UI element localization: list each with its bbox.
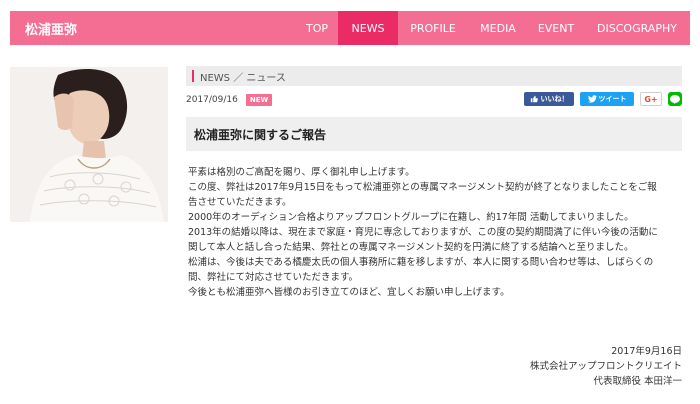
signature-block: 2017年9月16日 株式会社アップフロントクリエイト 代表取締役 本田洋一 bbox=[530, 344, 682, 389]
facebook-like-button[interactable]: いいね！ bbox=[524, 92, 574, 106]
line-chat-icon bbox=[670, 94, 680, 104]
article-title-box: 松浦亜弥に関するご報告 bbox=[186, 117, 682, 151]
new-badge: NEW bbox=[245, 94, 273, 106]
nav-discography[interactable]: DISCOGRAPHY bbox=[584, 11, 690, 45]
article-date: 2017/09/16 bbox=[186, 95, 238, 105]
line-share-button[interactable] bbox=[668, 92, 682, 106]
signature-person: 代表取締役 本田洋一 bbox=[593, 376, 682, 387]
twitter-bird-icon bbox=[587, 95, 597, 103]
social-buttons: いいね！ ツイート G+ bbox=[524, 92, 682, 106]
tweet-label: ツイート bbox=[598, 95, 627, 103]
section-heading: NEWS ／ ニュース bbox=[186, 66, 682, 86]
facebook-like-label: いいね！ bbox=[540, 95, 569, 103]
body-line: 松浦は、今後は夫である橘慶太氏の個人事務所に籍を移しますが、本人に関する問い合わ… bbox=[188, 257, 654, 268]
artist-photo bbox=[10, 67, 168, 222]
article-meta: 2017/09/16 NEW いいね！ ツイート G+ bbox=[186, 92, 682, 108]
nav-top[interactable]: TOP bbox=[296, 11, 338, 45]
body-line: 間、弊社にて対応させていただきます。 bbox=[188, 272, 359, 283]
thumbs-up-icon bbox=[530, 95, 538, 103]
article-body: 平素は格別のご高配を賜り、厚く御礼申し上げます。 この度、弊社は2017年9月1… bbox=[188, 165, 682, 300]
signature-date: 2017年9月16日 bbox=[611, 346, 682, 357]
accent-bar bbox=[192, 70, 194, 82]
body-line: 2013年の結婚以降は、現在まで家庭・育児に専念しておりますが、この度の契約期間… bbox=[188, 227, 658, 238]
body-line: 関して本人と話し合った結果、弊社との専属マネージメント契約を円満に終了する結論へ… bbox=[188, 242, 634, 253]
nav-news[interactable]: NEWS bbox=[338, 11, 398, 45]
section-title: NEWS ／ ニュース bbox=[200, 72, 286, 84]
main-nav: TOP NEWS PROFILE MEDIA EVENT DISCOGRAPHY bbox=[296, 11, 690, 45]
site-brand[interactable]: 松浦亜弥 bbox=[10, 19, 296, 38]
body-line: 今後とも松浦亜弥へ皆様のお引き立てのほど、宜しくお願い申し上げます。 bbox=[188, 287, 510, 298]
nav-media[interactable]: MEDIA bbox=[468, 11, 528, 45]
google-plus-button[interactable]: G+ bbox=[640, 92, 662, 106]
article-title: 松浦亜弥に関するご報告 bbox=[194, 127, 327, 142]
body-line: 平素は格別のご高配を賜り、厚く御礼申し上げます。 bbox=[188, 167, 415, 178]
nav-event[interactable]: EVENT bbox=[528, 11, 584, 45]
body-line: この度、弊社は2017年9月15日をもって松浦亜弥との専属マネージメント契約が終… bbox=[188, 182, 657, 193]
nav-profile[interactable]: PROFILE bbox=[398, 11, 468, 45]
signature-company: 株式会社アップフロントクリエイト bbox=[529, 361, 682, 372]
body-line: 告させていただきます。 bbox=[188, 197, 292, 208]
twitter-tweet-button[interactable]: ツイート bbox=[580, 92, 634, 106]
body-line: 2000年のオーディション合格よりアップフロントグループに在籍し、約17年間 活… bbox=[188, 212, 634, 223]
site-header: 松浦亜弥 TOP NEWS PROFILE MEDIA EVENT DISCOG… bbox=[10, 11, 690, 45]
